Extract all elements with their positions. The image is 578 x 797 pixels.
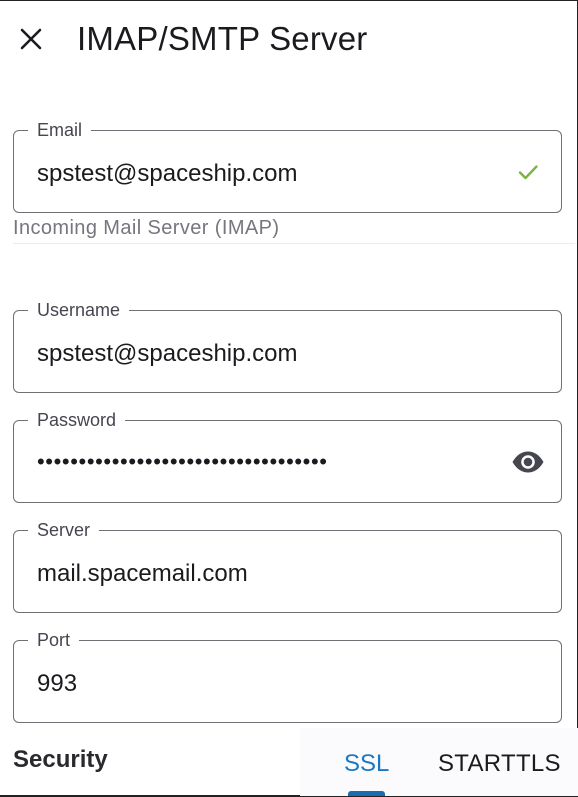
security-label: Security	[13, 746, 108, 773]
section-divider	[13, 243, 575, 244]
imap-smtp-settings-screen: IMAP/SMTP Server Email spstest@spaceship…	[0, 0, 578, 797]
page-title: IMAP/SMTP Server	[77, 20, 368, 57]
server-field[interactable]: Server mail.spacemail.com	[13, 518, 562, 613]
password-field-label: Password	[28, 408, 126, 432]
username-field-value[interactable]: spstest@spaceship.com	[37, 339, 297, 369]
security-option-starttls[interactable]: STARTTLS	[438, 750, 561, 778]
username-field[interactable]: Username spstest@spaceship.com	[13, 298, 562, 393]
email-field-value[interactable]: spstest@spaceship.com	[37, 159, 297, 189]
incoming-section-label: Incoming Mail Server (IMAP)	[13, 217, 280, 239]
port-field-label: Port	[28, 628, 80, 652]
password-field[interactable]: Password •••••••••••••••••••••••••••••••…	[13, 408, 562, 503]
security-option-ssl[interactable]: SSL	[344, 750, 389, 778]
email-field[interactable]: Email spstest@spaceship.com	[13, 118, 562, 213]
close-button[interactable]	[13, 21, 49, 57]
server-field-label: Server	[28, 518, 100, 542]
security-segmented-control: SSL STARTTLS	[300, 728, 578, 796]
check-icon	[518, 165, 538, 180]
app-bar: IMAP/SMTP Server	[0, 1, 578, 81]
username-field-label: Username	[28, 298, 130, 322]
server-field-value[interactable]: mail.spacemail.com	[37, 559, 248, 589]
eye-icon	[512, 451, 544, 473]
email-valid-indicator	[511, 155, 545, 189]
port-field[interactable]: Port 993	[13, 628, 562, 723]
selected-option-indicator	[348, 791, 385, 796]
password-visibility-toggle[interactable]	[511, 445, 545, 479]
port-field-value[interactable]: 993	[37, 669, 77, 699]
email-field-label: Email	[28, 118, 92, 142]
password-field-value[interactable]: •••••••••••••••••••••••••••••••••••	[37, 447, 328, 477]
close-icon	[20, 28, 42, 50]
